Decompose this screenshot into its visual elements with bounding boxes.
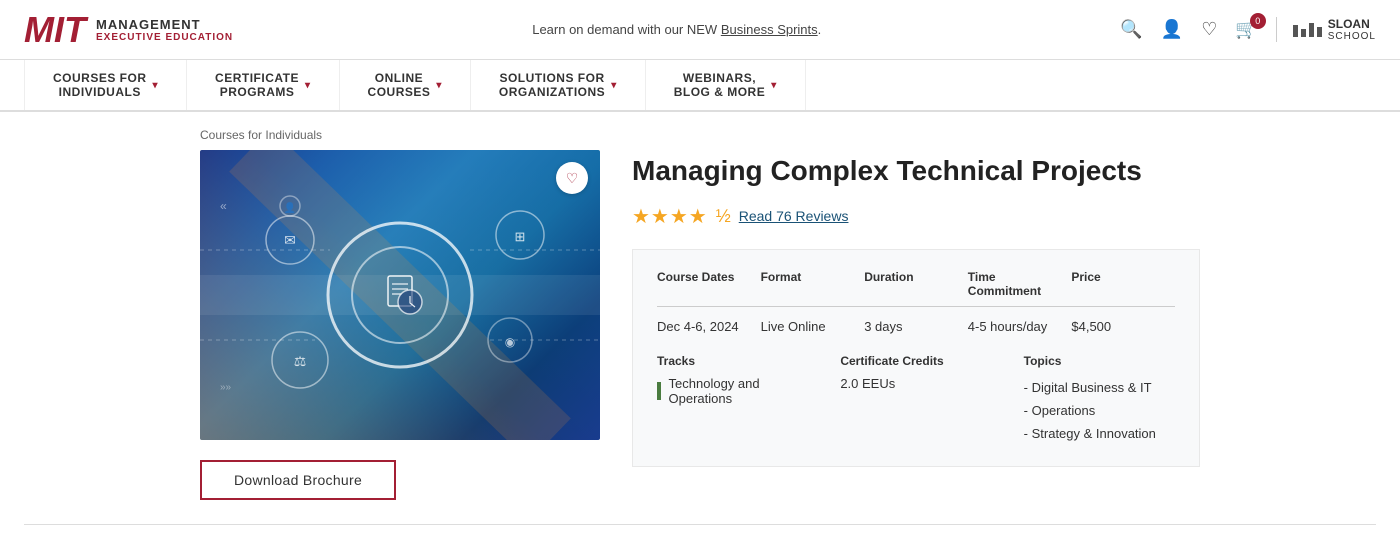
logo-area: MIT MANAGEMENT EXECUTIVE EDUCATION [24,12,233,48]
main-content: ✉ ⊞ ⚖ ◉ « »» 👤 [0,150,1400,524]
nav-courses-individuals[interactable]: COURSES FOR INDIVIDUALS ▾ [24,60,187,110]
course-image-wrapper: ✉ ⊞ ⚖ ◉ « »» 👤 [200,150,600,440]
breadcrumb: Courses for Individuals [0,112,1400,150]
course-title: Managing Complex Technical Projects [632,154,1200,188]
sloan-school-label: SCHOOL [1328,31,1376,42]
download-btn-wrapper: Download Brochure [200,440,600,500]
business-sprints-link[interactable]: Business Sprints [721,22,818,37]
breadcrumb-text: Courses for Individuals [200,128,322,142]
heart-wishlist-icon[interactable]: ♡ [1201,19,1217,40]
bottom-divider [24,524,1376,525]
heart-icon: ♡ [566,170,579,187]
nav-webinars-label: WEBINARS, BLOG & MORE [674,71,766,99]
course-details-table: Course Dates Format Duration Time Commit… [632,249,1200,467]
svg-text:⊞: ⊞ [515,229,526,244]
half-star-icon: ½ [716,206,731,227]
track-value: Technology and Operations [669,376,809,406]
svg-text:»»: »» [220,382,232,393]
read-reviews-link[interactable]: Read 76 Reviews [739,208,849,224]
tracks-label: Tracks [657,354,808,368]
top-icons: 🔍 👤 ♡ 🛒 0 SLOAN SCHOOL [1120,17,1376,42]
management-label: MANAGEMENT [96,17,233,32]
topics-label: Topics [1024,354,1175,368]
topic-2: - Operations [1024,399,1175,422]
col-time-commitment: Time Commitment [968,270,1072,298]
svg-text:✉: ✉ [284,232,296,248]
table-data-row: Dec 4-6, 2024 Live Online 3 days 4-5 hou… [657,315,1175,334]
credits-label: Certificate Credits [840,354,991,368]
notice-text: Learn on demand with our NEW [532,22,721,37]
cart-icon[interactable]: 🛒 0 [1235,19,1257,40]
sloan-mit-label: SLOAN [1328,17,1376,31]
nav-certificate-label: CERTIFICATE PROGRAMS [215,71,299,99]
cart-badge: 0 [1250,13,1266,29]
star-rating: ★★★★ [632,204,708,229]
notice-end: . [818,22,822,37]
col-format: Format [761,270,865,298]
stars-row: ★★★★ ½ Read 76 Reviews [632,204,1200,229]
top-bar: MIT MANAGEMENT EXECUTIVE EDUCATION Learn… [0,0,1400,60]
course-image-svg: ✉ ⊞ ⚖ ◉ « »» 👤 [200,150,600,440]
data-price: $4,500 [1071,315,1175,334]
nav-webinars-blog[interactable]: WEBINARS, BLOG & MORE ▾ [646,60,806,110]
left-panel: ✉ ⊞ ⚖ ◉ « »» 👤 [200,150,600,500]
topics-section: Topics - Digital Business & IT - Operati… [1024,354,1175,446]
favorite-button[interactable]: ♡ [556,162,588,194]
svg-text:◉: ◉ [505,335,515,349]
table-bottom: Tracks Technology and Operations Certifi… [657,354,1175,446]
credits-section: Certificate Credits 2.0 EEUs [840,354,991,446]
nav-bar: COURSES FOR INDIVIDUALS ▾ CERTIFICATE PR… [0,60,1400,112]
svg-text:«: « [220,199,227,213]
credits-value: 2.0 EEUs [840,376,991,391]
table-header-row: Course Dates Format Duration Time Commit… [657,270,1175,307]
data-duration: 3 days [864,315,968,334]
nav-online-courses[interactable]: ONLINE COURSES ▾ [340,60,471,110]
sloan-bars-icon [1293,23,1322,37]
nav-chevron-3: ▾ [436,80,442,91]
topic-3: - Strategy & Innovation [1024,422,1175,445]
download-brochure-button[interactable]: Download Brochure [200,460,396,500]
svg-text:⚖: ⚖ [294,353,307,369]
sloan-logo: SLOAN SCHOOL [1276,17,1376,42]
course-image: ✉ ⊞ ⚖ ◉ « »» 👤 [200,150,600,440]
svg-text:👤: 👤 [284,201,296,214]
topic-1: - Digital Business & IT [1024,376,1175,399]
nav-chevron-2: ▾ [305,80,311,91]
executive-label: EXECUTIVE EDUCATION [96,32,233,43]
nav-solutions-organizations[interactable]: SOLUTIONS FOR ORGANIZATIONS ▾ [471,60,646,110]
search-icon[interactable]: 🔍 [1120,19,1142,40]
data-format: Live Online [761,315,865,334]
nav-online-label: ONLINE COURSES [368,71,431,99]
data-dates: Dec 4-6, 2024 [657,315,761,334]
nav-chevron-4: ▾ [611,80,617,91]
nav-solutions-label: SOLUTIONS FOR ORGANIZATIONS [499,71,605,99]
col-price: Price [1071,270,1175,298]
nav-courses-individuals-label: COURSES FOR INDIVIDUALS [53,71,147,99]
track-item: Technology and Operations [657,376,808,406]
nav-chevron-1: ▾ [153,80,159,91]
data-time-commitment: 4-5 hours/day [968,315,1072,334]
top-notice: Learn on demand with our NEW Business Sp… [532,22,821,37]
col-dates: Course Dates [657,270,761,298]
logo-text: MANAGEMENT EXECUTIVE EDUCATION [96,17,233,43]
user-icon[interactable]: 👤 [1161,19,1183,40]
nav-chevron-5: ▾ [771,80,777,91]
tracks-section: Tracks Technology and Operations [657,354,808,446]
track-bar-icon [657,382,661,400]
col-duration: Duration [864,270,968,298]
nav-certificate-programs[interactable]: CERTIFICATE PROGRAMS ▾ [187,60,339,110]
right-panel: Managing Complex Technical Projects ★★★★… [632,150,1200,487]
mit-logo: MIT [24,12,86,48]
sloan-text: SLOAN SCHOOL [1328,17,1376,42]
